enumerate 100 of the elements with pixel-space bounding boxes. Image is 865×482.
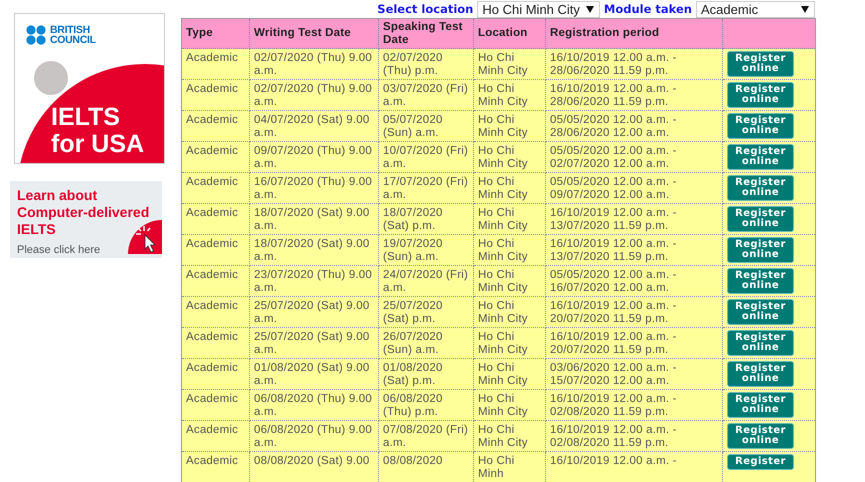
table-cell: 01/08/2020 (Sat) p.m.	[378, 358, 474, 390]
table-cell: 25/07/2020 (Sat) 9.00 a.m.	[250, 328, 378, 358]
column-header: Type	[182, 18, 250, 48]
table-cell: Academic	[182, 328, 250, 358]
column-header: Registration period	[546, 18, 722, 48]
table-cell: 01/08/2020 (Sat) 9.00 a.m.	[250, 358, 378, 390]
table-cell: 02/07/2020 (Thu) 9.00 a.m.	[250, 48, 378, 80]
brand-name: BRITISH COUNCIL	[50, 25, 96, 45]
table-cell: Ho Chi Minh City	[474, 142, 546, 172]
register-button[interactable]: Register online	[727, 330, 794, 356]
click-here-link[interactable]: Please click here	[17, 244, 100, 257]
table-cell: Academic	[182, 358, 250, 390]
table-cell: Ho Chi Minh City	[474, 420, 546, 452]
table-cell: Academic	[182, 266, 250, 296]
table-cell: Academic	[182, 452, 250, 482]
register-button[interactable]: Register online	[727, 113, 794, 139]
table-cell: 24/07/2020 (Fri) a.m.	[378, 266, 474, 296]
table-cell: 05/05/2020 12.00 a.m. - 02/07/2020 12.00 a.m.	[546, 142, 722, 172]
table-cell: 16/10/2019 12.00 a.m. -	[546, 452, 722, 482]
table-cell: 05/05/2020 12.00 a.m. - 28/06/2020 12.00 a.m.	[546, 110, 722, 142]
table-cell: Ho Chi Minh City	[474, 110, 546, 142]
table-cell: Academic	[182, 204, 250, 234]
dropdown-field[interactable]: Academic	[696, 0, 815, 18]
table-cell: 02/07/2020 (Thu) 9.00 a.m.	[250, 80, 378, 110]
table-cell: Academic	[182, 48, 250, 80]
ielts-logo-card[interactable]: BRITISH COUNCIL IELTS for USA	[14, 13, 165, 164]
register-button[interactable]: Register online	[727, 206, 794, 232]
table-cell: Academic	[182, 234, 250, 266]
table-cell: Academic	[182, 390, 250, 420]
table-cell: 18/07/2020 (Sat) p.m.	[378, 204, 474, 234]
column-header: Location	[474, 18, 546, 48]
table-cell: Ho Chi Minh City	[474, 48, 546, 80]
table-cell: Ho Chi Minh City	[474, 358, 546, 390]
table-cell: 03/07/2020 (Fri) a.m.	[378, 80, 474, 110]
table-cell: 06/08/2020 (Thu) p.m.	[378, 390, 474, 420]
dropdown-arrow-icon	[801, 5, 809, 13]
table-cell: 17/07/2020 (Fri) a.m.	[378, 172, 474, 204]
logo-title: IELTS for USA	[51, 104, 144, 158]
table-cell: Ho Chi Minh	[474, 452, 546, 482]
banner-headline: Learn about Computer-delivered IELTS	[17, 187, 150, 238]
table-cell: 16/10/2019 12.00 a.m. - 13/07/2020 11.59 p.m.	[546, 234, 722, 266]
table-cell: 16/10/2019 12.00 a.m. - 02/08/2020 11.59 p.m.	[546, 420, 722, 452]
table-cell: Ho Chi Minh City	[474, 80, 546, 110]
table-cell: 10/07/2020 (Fri) a.m.	[378, 142, 474, 172]
table-cell: Ho Chi Minh City	[474, 328, 546, 358]
table-cell: 08/08/2020	[378, 452, 474, 482]
table-cell: Academic	[182, 172, 250, 204]
table-cell: 16/07/2020 (Thu) 9.00 a.m.	[250, 172, 378, 204]
pointer-click-icon	[128, 220, 162, 254]
table-cell: 16/10/2019 12.00 a.m. - 13/07/2020 11.59 p.m.	[546, 204, 722, 234]
table-cell: Academic	[182, 296, 250, 328]
table-cell: Academic	[182, 420, 250, 452]
register-button[interactable]: Register online	[727, 82, 794, 108]
table-cell: Academic	[182, 110, 250, 142]
table-cell: Ho Chi Minh City	[474, 234, 546, 266]
table-cell: 08/08/2020 (Sat) 9.00	[250, 452, 378, 482]
register-button[interactable]: Register online	[727, 268, 794, 294]
table-cell: 16/10/2019 12.00 a.m. - 28/06/2020 11.59 p.m.	[546, 48, 722, 80]
table-cell: 25/07/2020 (Sat) 9.00 a.m.	[250, 296, 378, 328]
table-cell: 23/07/2020 (Thu) 9.00 a.m.	[250, 266, 378, 296]
dropdown-field[interactable]: Ho Chi Minh City	[477, 0, 600, 18]
table-cell: Ho Chi Minh City	[474, 390, 546, 420]
table-cell: 09/07/2020 (Thu) 9.00 a.m.	[250, 142, 378, 172]
table-cell: 16/10/2019 12.00 a.m. - 28/06/2020 11.59 p.m.	[546, 80, 722, 110]
table-cell: 05/05/2020 12.00 a.m. - 16/07/2020 12.00 a.m.	[546, 266, 722, 296]
table-cell: 05/07/2020 (Sun) a.m.	[378, 110, 474, 142]
dropdown-arrow-icon	[586, 5, 594, 13]
table-cell: Ho Chi Minh City	[474, 204, 546, 234]
column-header: Writing Test Date	[250, 18, 378, 48]
table-cell: 03/06/2020 12.00 a.m. - 15/07/2020 12.00 a.m.	[546, 358, 722, 390]
table-cell: 07/08/2020 (Fri) a.m.	[378, 420, 474, 452]
brand-dots-icon	[26, 25, 47, 45]
table-cell: Academic	[182, 142, 250, 172]
filter-label: Module taken	[604, 2, 692, 16]
table-cell: 25/07/2020 (Sat) p.m.	[378, 296, 474, 328]
table-cell: Academic	[182, 80, 250, 110]
register-button[interactable]: Register online	[727, 392, 794, 418]
table-cell: 16/10/2019 12.00 a.m. - 20/07/2020 11.59 p.m.	[546, 328, 722, 358]
register-button[interactable]: Register online	[727, 299, 794, 325]
table-cell: 16/10/2019 12.00 a.m. - 20/07/2020 11.59 p.m.	[546, 296, 722, 328]
table-cell: 19/07/2020 (Sun) a.m.	[378, 234, 474, 266]
register-button[interactable]: Register online	[727, 237, 794, 263]
register-button[interactable]: Register online	[727, 144, 794, 170]
register-button[interactable]: Register	[727, 454, 794, 470]
promo-banner[interactable]: Learn about Computer-delivered IELTS Please click here	[10, 181, 162, 258]
table-cell: Ho Chi Minh City	[474, 172, 546, 204]
table-cell: 06/08/2020 (Thu) 9.00 a.m.	[250, 420, 378, 452]
table-cell: 18/07/2020 (Sat) 9.00 a.m.	[250, 234, 378, 266]
register-button[interactable]: Register online	[727, 423, 794, 449]
table-cell: Ho Chi Minh City	[474, 266, 546, 296]
register-button[interactable]: Register online	[727, 175, 794, 201]
table-cell: Ho Chi Minh City	[474, 296, 546, 328]
filter-label: Select location	[377, 2, 474, 16]
register-button[interactable]: Register online	[727, 361, 794, 387]
table-cell: 02/07/2020 (Thu) p.m.	[378, 48, 474, 80]
table-cell: 18/07/2020 (Sat) 9.00 a.m.	[250, 204, 378, 234]
register-button[interactable]: Register online	[727, 51, 794, 77]
table-cell: 06/08/2020 (Thu) 9.00 a.m.	[250, 390, 378, 420]
table-cell: 05/05/2020 12.00 a.m. - 09/07/2020 12.00 a.m.	[546, 172, 722, 204]
table-cell: 16/10/2019 12.00 a.m. - 02/08/2020 11.59 p.m.	[546, 390, 722, 420]
